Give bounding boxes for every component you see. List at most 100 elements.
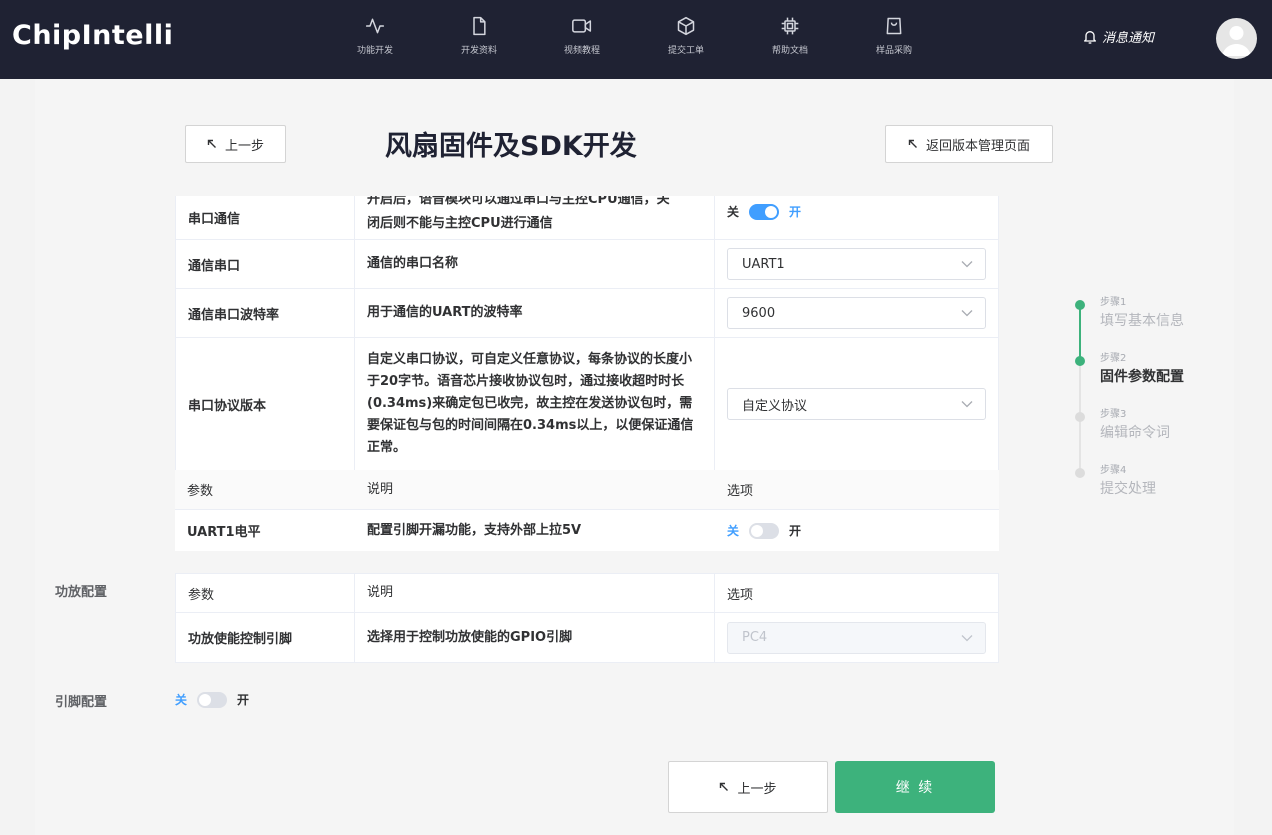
header-cell: 说明 (355, 574, 715, 612)
prev-step-button-bottom[interactable]: 上一步 (668, 761, 828, 813)
nav-label: 功能开发 (356, 46, 393, 56)
arrow-up-left-icon (720, 782, 729, 791)
notifications-label: 消息通知 (1102, 31, 1155, 46)
header-cell: 选项 (727, 484, 754, 499)
step-title: 填写基本信息 (1100, 313, 1184, 329)
prev-step-label: 上一步 (737, 781, 777, 797)
serial-port-select[interactable]: UART1 (727, 248, 986, 280)
brand-logo[interactable]: ChipIntelli (12, 20, 173, 51)
table-header-row: 参数 说明 选项 (175, 470, 999, 510)
desc-cell: 通信的串口名称 (355, 240, 715, 288)
user-icon (1222, 26, 1251, 56)
step-number: 步骤3 (1100, 409, 1127, 420)
table-row: 通信串口 通信的串口名称 UART1 (175, 240, 999, 289)
nav-label: 开发资料 (460, 46, 497, 56)
desc-cell: 选择用于控制功放使能的GPIO引脚 (355, 613, 715, 662)
desc-line: 开启后，语音模块可以通过串口与主控CPU通信，关 (367, 196, 670, 207)
nav-label: 帮助文档 (771, 46, 808, 56)
amp-config-table: 参数 说明 选项 功放使能控制引脚 选择用于控制功放使能的GPIO引脚 PC4 (175, 573, 999, 663)
param-cell: 通信串口波特率 (175, 289, 355, 337)
step-title: 提交处理 (1100, 481, 1156, 497)
nav-item-feature-dev[interactable]: 功能开发 (335, 16, 415, 56)
step-title: 编辑命令词 (1100, 425, 1170, 441)
nav-label: 视频教程 (563, 46, 600, 56)
param-cell: 串口通信 (175, 196, 355, 239)
prev-step-button-top[interactable]: 上一步 (185, 125, 286, 163)
baud-rate-select[interactable]: 9600 (727, 297, 986, 329)
switch-on-label: 开 (789, 205, 802, 219)
step-number: 步骤4 (1100, 465, 1127, 476)
select-value: 9600 (742, 305, 776, 321)
option-cell: UART1 (715, 240, 999, 288)
box-icon (677, 16, 695, 36)
nav-item-submit-ticket[interactable]: 提交工单 (646, 16, 726, 56)
nav-item-video-tutorials[interactable]: 视频教程 (542, 16, 622, 56)
select-value: 自定义协议 (742, 398, 808, 414)
header-cell: 说明 (367, 481, 394, 497)
table-row: 串口通信 开启后，语音模块可以通过串口与主控CPU通信，关 闭后则不能与主控CP… (175, 196, 999, 240)
chevron-down-icon (961, 310, 973, 317)
switch-off-label: 关 (727, 524, 740, 538)
param-cell: 功放使能控制引脚 (175, 613, 355, 662)
step-number: 步骤1 (1100, 297, 1127, 308)
nav-label: 提交工单 (667, 46, 704, 56)
header-cell: 选项 (715, 574, 999, 612)
arrow-up-left-icon (908, 139, 917, 148)
page-title: 风扇固件及SDK开发 (385, 131, 637, 162)
switch-off-label: 关 (727, 205, 740, 219)
option-cell: 9600 (715, 289, 999, 337)
bell-icon (1084, 30, 1096, 44)
nav-item-sample-purchase[interactable]: 样品采购 (854, 16, 934, 56)
option-cell: PC4 (715, 613, 999, 662)
continue-button[interactable]: 继 续 (835, 761, 995, 813)
step-dot-pending (1075, 412, 1085, 422)
protocol-version-select[interactable]: 自定义协议 (727, 388, 986, 420)
desc-cell: 用于通信的UART的波特率 (355, 289, 715, 337)
notifications-link[interactable]: 消息通知 (1082, 27, 1154, 46)
uart-level-switch[interactable] (749, 522, 780, 539)
table-header-row: 参数 说明 选项 (175, 574, 999, 613)
param-cell: 通信串口 (175, 240, 355, 288)
back-to-version-management-button[interactable]: 返回版本管理页面 (885, 125, 1053, 163)
desc-cell: 自定义串口协议，可自定义任意协议，每条协议的长度小于20字节。语音芯片接收协议包… (355, 338, 715, 470)
table-row: 通信串口波特率 用于通信的UART的波特率 9600 (175, 289, 999, 338)
top-nav-bar: ChipIntelli 功能开发 开发资料 视频教程 提交工单 帮助文档 样品采… (0, 0, 1272, 79)
user-avatar[interactable] (1216, 18, 1257, 59)
back-label: 返回版本管理页面 (925, 138, 1030, 154)
chip-icon (781, 17, 799, 35)
step-dot-current (1075, 356, 1085, 366)
step-dot-done (1075, 300, 1085, 310)
chevron-down-icon (961, 401, 973, 408)
switch-on-label: 开 (789, 524, 802, 538)
header-cell: 参数 (187, 484, 214, 499)
select-value: UART1 (742, 256, 785, 272)
amp-pin-select[interactable]: PC4 (727, 621, 986, 654)
option-cell: 自定义协议 (715, 338, 999, 470)
chevron-down-icon (961, 634, 973, 641)
table-row: 串口协议版本 自定义串口协议，可自定义任意协议，每条协议的长度小于20字节。语音… (175, 338, 999, 470)
nav-item-help-docs[interactable]: 帮助文档 (750, 16, 830, 56)
step-number: 步骤2 (1100, 353, 1127, 364)
shopping-bag-icon (886, 17, 902, 35)
select-value: PC4 (742, 630, 768, 645)
file-icon (473, 16, 486, 36)
prev-step-label: 上一步 (224, 138, 264, 154)
option-cell: 关 开 (715, 510, 999, 551)
pin-config-switch[interactable] (197, 691, 228, 708)
serial-comm-switch-group: 关 开 (727, 203, 801, 220)
switch-on-label: 开 (237, 693, 250, 707)
serial-comm-switch[interactable] (749, 203, 780, 220)
serial-config-table: 串口通信 开启后，语音模块可以通过串口与主控CPU通信，关 闭后则不能与主控CP… (175, 196, 999, 470)
table-row: UART1电平 配置引脚开漏功能，支持外部上拉5V 关 开 (175, 510, 999, 551)
chevron-down-icon (961, 261, 973, 268)
step-title: 固件参数配置 (1100, 369, 1184, 385)
uart-level-table: 参数 说明 选项 UART1电平 配置引脚开漏功能，支持外部上拉5V 关 开 (175, 470, 999, 551)
header-cell: 参数 (175, 574, 355, 612)
nav-item-dev-docs[interactable]: 开发资料 (439, 16, 519, 56)
nav-label: 样品采购 (875, 46, 912, 56)
pin-section-label: 引脚配置 (55, 695, 108, 710)
desc-cell: 配置引脚开漏功能，支持外部上拉5V (367, 522, 582, 538)
uart-level-switch-group: 关 开 (727, 522, 801, 539)
step-connector (1079, 305, 1081, 361)
option-cell: 关 开 (715, 196, 999, 239)
